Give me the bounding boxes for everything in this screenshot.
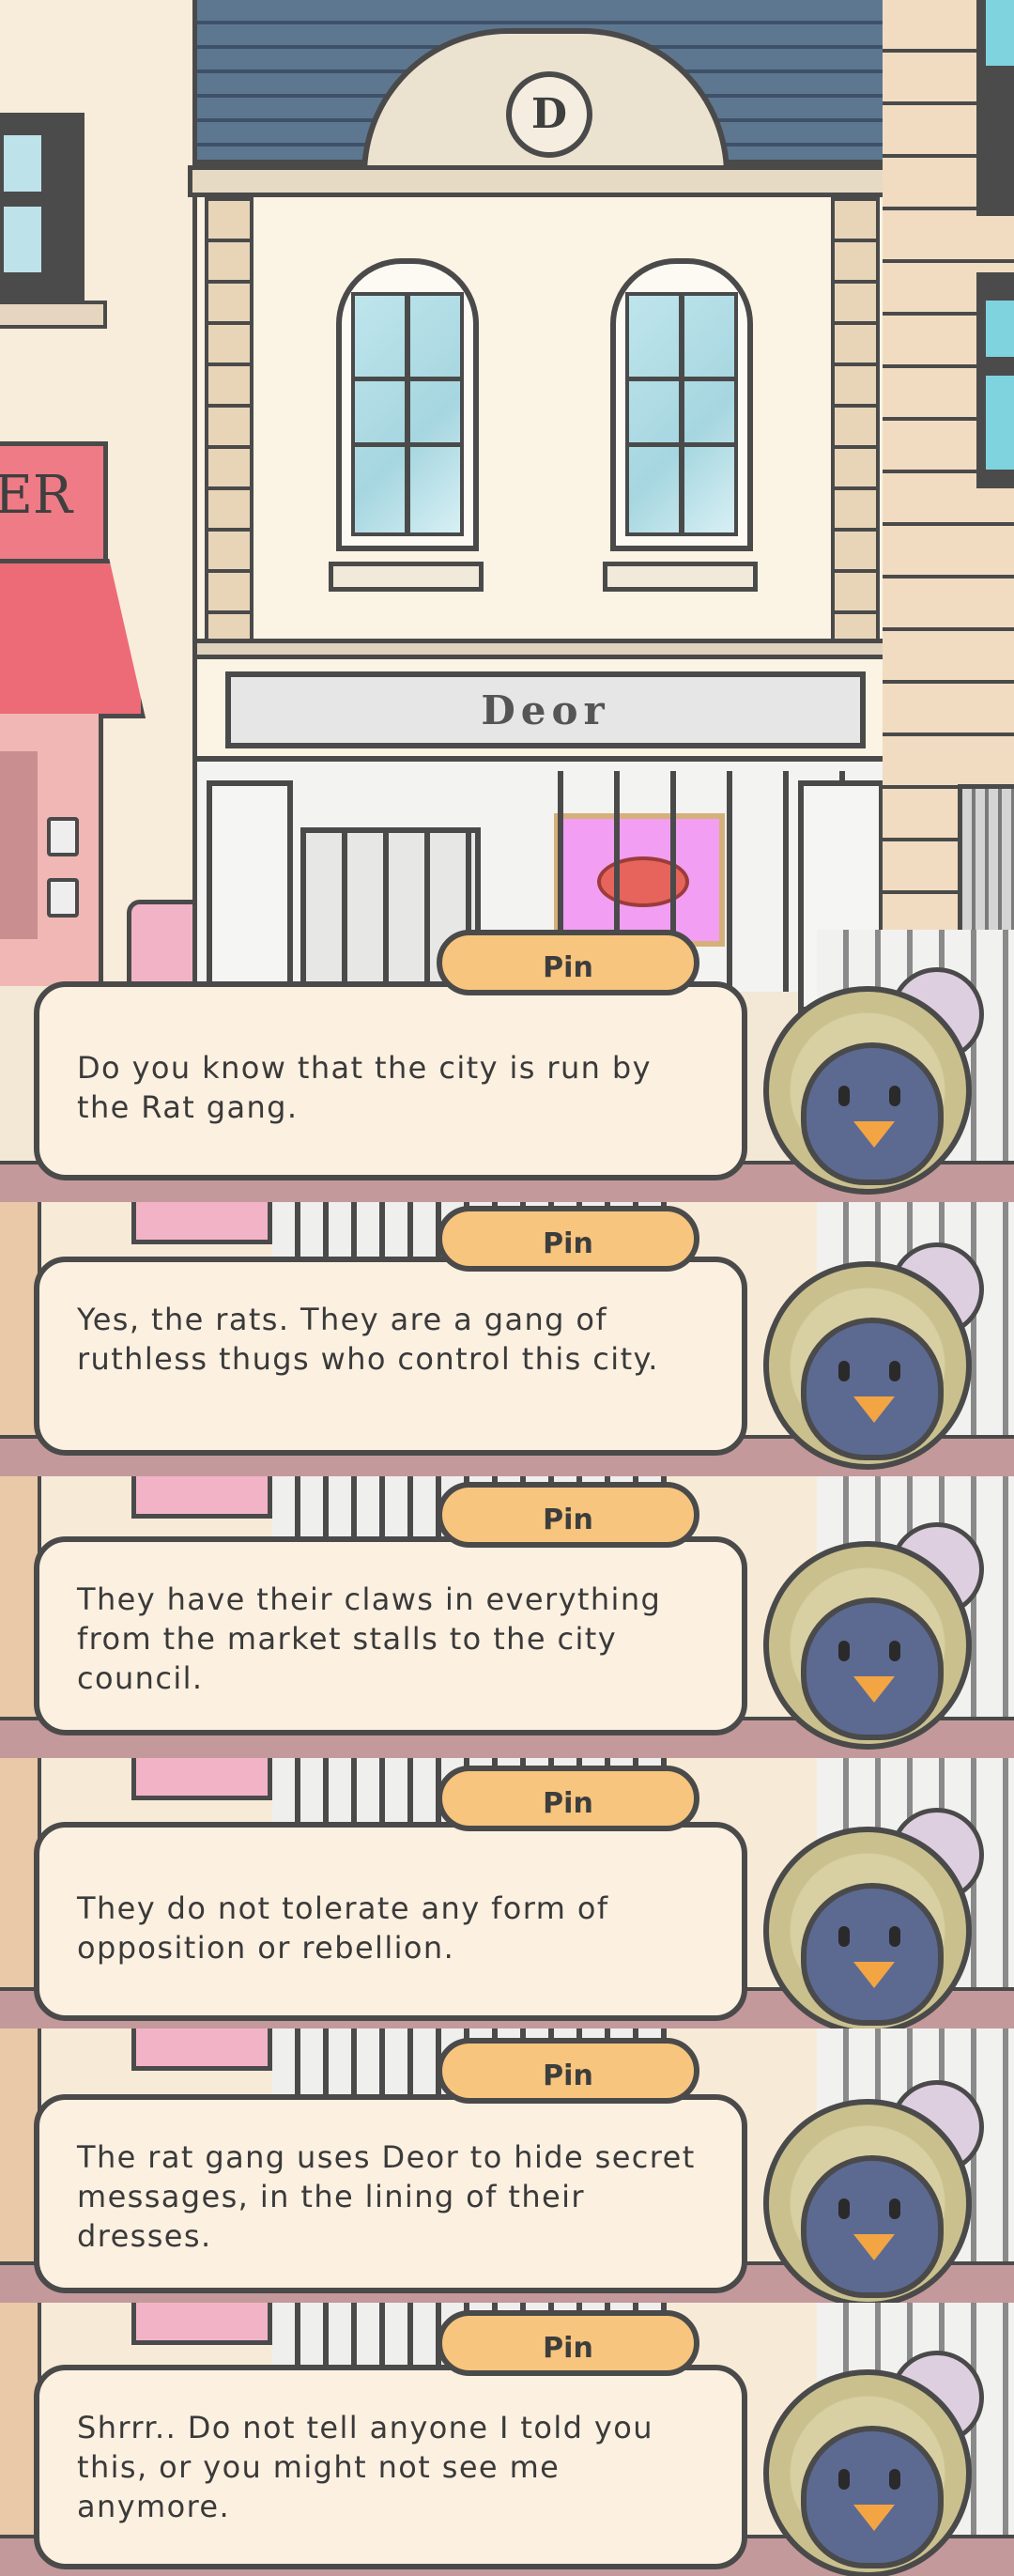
bird-face — [801, 1318, 944, 1460]
left-shop-sign: ER — [0, 441, 108, 563]
dialogue-box[interactable]: Do you know that the city is run by the … — [34, 981, 747, 1180]
bird-face — [801, 1042, 944, 1185]
eye-icon — [838, 1361, 850, 1381]
dialogue-text: The rat gang uses Deor to hide secret me… — [77, 2139, 696, 2254]
beak-icon — [853, 2234, 895, 2260]
dialogue-text: Shrrr.. Do not tell anyone I told you th… — [77, 2410, 653, 2524]
dialogue-box[interactable]: Yes, the rats. They are a gang of ruthle… — [34, 1257, 747, 1456]
beak-icon — [853, 1962, 895, 1988]
eye-icon — [889, 1086, 900, 1106]
dialogue-box[interactable]: They do not tolerate any form of opposit… — [34, 1822, 747, 2021]
upper-window-left — [336, 258, 479, 551]
left-window — [0, 113, 84, 301]
upper-window-right — [610, 258, 753, 551]
eye-icon — [838, 1641, 850, 1661]
speaker-name-tag: Pin — [437, 1482, 699, 1548]
bg-menu-board — [131, 2303, 272, 2345]
eye-icon — [838, 1086, 850, 1106]
dialogue-box[interactable]: The rat gang uses Deor to hide secret me… — [34, 2094, 747, 2293]
bird-face — [801, 1597, 944, 1740]
speaker-name-tag: Pin — [437, 1206, 699, 1272]
right-building — [883, 0, 1014, 995]
bird-face — [801, 1883, 944, 2026]
bg-menu-board — [131, 2028, 272, 2071]
eye-icon — [838, 2469, 850, 2490]
bird-face — [801, 2155, 944, 2298]
eye-icon — [889, 1641, 900, 1661]
left-awning — [0, 559, 146, 718]
eye-icon — [889, 2469, 900, 2490]
right-window-top — [976, 0, 1014, 216]
speaker-name-tag: Pin — [437, 930, 699, 995]
eye-icon — [889, 1926, 900, 1947]
left-ledge — [0, 301, 107, 329]
dialogue-panel: They do not tolerate any form of opposit… — [0, 1758, 1014, 2028]
character-avatar-icon — [749, 2080, 984, 2303]
speaker-name-tag: Pin — [437, 2310, 699, 2376]
dialogue-text: They have their claws in everything from… — [77, 1581, 662, 1696]
left-building: ER — [0, 0, 202, 986]
dialogue-panel: Do you know that the city is run by the … — [0, 930, 1014, 1202]
right-pillar — [831, 197, 880, 646]
window-sill-left — [329, 562, 484, 592]
crest-emblem: D — [506, 71, 592, 158]
bg-menu-board — [131, 1476, 272, 1519]
beak-icon — [853, 1396, 895, 1423]
character-avatar-icon — [749, 1242, 984, 1470]
eye-icon — [838, 2198, 850, 2219]
character-avatar-icon — [749, 1808, 984, 2028]
screenshot-stack: ER D Deor Do you know that the city is r… — [0, 0, 1014, 2576]
dialogue-text: Yes, the rats. They are a gang of ruthle… — [77, 1302, 659, 1377]
left-shop-sign-text: ER — [0, 465, 73, 526]
window-sill-right — [603, 562, 758, 592]
facade-line — [197, 639, 887, 659]
bg-menu-board — [131, 1758, 272, 1800]
dialogue-box[interactable]: They have their claws in everything from… — [34, 1536, 747, 1735]
eye-icon — [889, 2198, 900, 2219]
shop-street-scene: ER D Deor — [0, 0, 1014, 1012]
dialogue-panel: Yes, the rats. They are a gang of ruthle… — [0, 1202, 1014, 1476]
dialogue-panel: The rat gang uses Deor to hide secret me… — [0, 2028, 1014, 2303]
cornice — [188, 165, 906, 197]
speaker-name-tag: Pin — [437, 2038, 699, 2104]
speaker-name-tag: Pin — [437, 1766, 699, 1831]
deor-building: D Deor — [188, 0, 906, 1012]
dialogue-text: They do not tolerate any form of opposit… — [77, 1890, 609, 1966]
character-avatar-icon — [749, 1522, 984, 1750]
right-window — [976, 272, 1014, 488]
character-avatar-icon — [749, 967, 984, 1195]
dialogue-box[interactable]: Shrrr.. Do not tell anyone I told you th… — [34, 2365, 747, 2569]
beak-icon — [853, 1676, 895, 1703]
eye-icon — [889, 1361, 900, 1381]
bird-face — [801, 2426, 944, 2568]
shop-signboard: Deor — [225, 671, 866, 748]
character-avatar-icon — [749, 2351, 984, 2576]
dialogue-panel: They have their claws in everything from… — [0, 1476, 1014, 1758]
dialogue-panel: Shrrr.. Do not tell anyone I told you th… — [0, 2303, 1014, 2576]
bg-menu-board — [131, 1202, 272, 1244]
eye-icon — [838, 1926, 850, 1947]
dialogue-text: Do you know that the city is run by the … — [77, 1050, 652, 1125]
beak-icon — [853, 1121, 895, 1148]
beak-icon — [853, 2505, 895, 2531]
left-pillar — [205, 197, 254, 646]
